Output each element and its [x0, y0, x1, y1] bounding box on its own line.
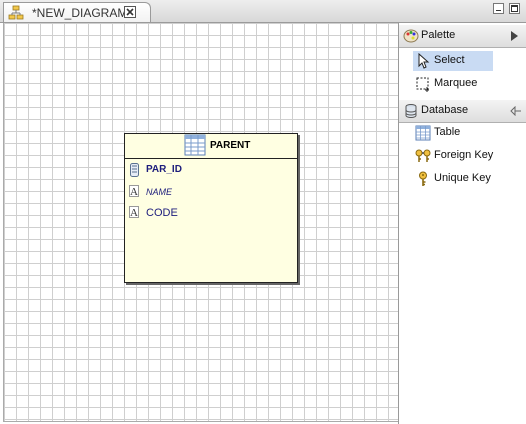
palette-item-foreign-key[interactable]: Foreign Key: [413, 146, 493, 166]
table-icon: [415, 125, 431, 141]
tool-label: Marquee: [434, 77, 478, 89]
close-icon[interactable]: [123, 5, 137, 19]
column-name: PAR_ID: [146, 164, 182, 175]
tool-select[interactable]: Select: [413, 51, 493, 71]
table-name: PARENT: [210, 140, 251, 151]
tab-title: *NEW_DIAGRAM: [32, 6, 128, 20]
marquee-icon: [416, 77, 429, 92]
tool-label: Select: [434, 54, 465, 66]
minimize-button[interactable]: [493, 3, 504, 14]
column-row[interactable]: PAR_ID: [129, 162, 289, 180]
collapse-arrow-icon[interactable]: [511, 31, 518, 41]
item-label: Unique Key: [434, 172, 491, 184]
item-label: Table: [434, 126, 461, 138]
palette-icon: [403, 29, 419, 43]
tab-new-diagram[interactable]: *NEW_DIAGRAM: [3, 2, 151, 22]
primary-key-column-icon: [130, 163, 139, 177]
palette-panel: Palette Select Marquee Database Table Fo…: [398, 23, 526, 424]
database-group-title: Database: [421, 104, 469, 116]
column-row[interactable]: A CODE: [129, 205, 289, 223]
unique-key-icon: [419, 171, 427, 186]
column-name: CODE: [146, 207, 178, 219]
tool-marquee[interactable]: Marquee: [413, 74, 493, 94]
palette-item-table[interactable]: Table: [413, 123, 493, 143]
text-column-icon: A: [129, 185, 139, 198]
palette-header[interactable]: Palette: [399, 25, 526, 48]
column-row[interactable]: A NAME: [129, 184, 289, 202]
diagram-canvas[interactable]: PARENT PAR_ID A NAME A CODE: [3, 23, 399, 422]
pin-icon[interactable]: [510, 106, 522, 116]
item-label: Foreign Key: [434, 149, 494, 161]
editor-tab-bar: *NEW_DIAGRAM: [0, 0, 526, 23]
database-group-header[interactable]: Database: [399, 100, 526, 123]
arrow-pointer-icon: [418, 53, 430, 69]
foreign-key-icon: [415, 149, 431, 162]
diagram-icon: [8, 5, 24, 20]
table-figure-parent[interactable]: PARENT PAR_ID A NAME A CODE: [124, 133, 298, 283]
palette-title: Palette: [421, 29, 456, 41]
database-icon: [405, 104, 417, 118]
maximize-button[interactable]: [509, 3, 520, 14]
palette-item-unique-key[interactable]: Unique Key: [413, 169, 493, 189]
table-icon: [184, 134, 206, 156]
column-name: NAME: [146, 187, 173, 197]
table-header: PARENT: [125, 134, 297, 159]
text-column-icon: A: [129, 206, 139, 219]
